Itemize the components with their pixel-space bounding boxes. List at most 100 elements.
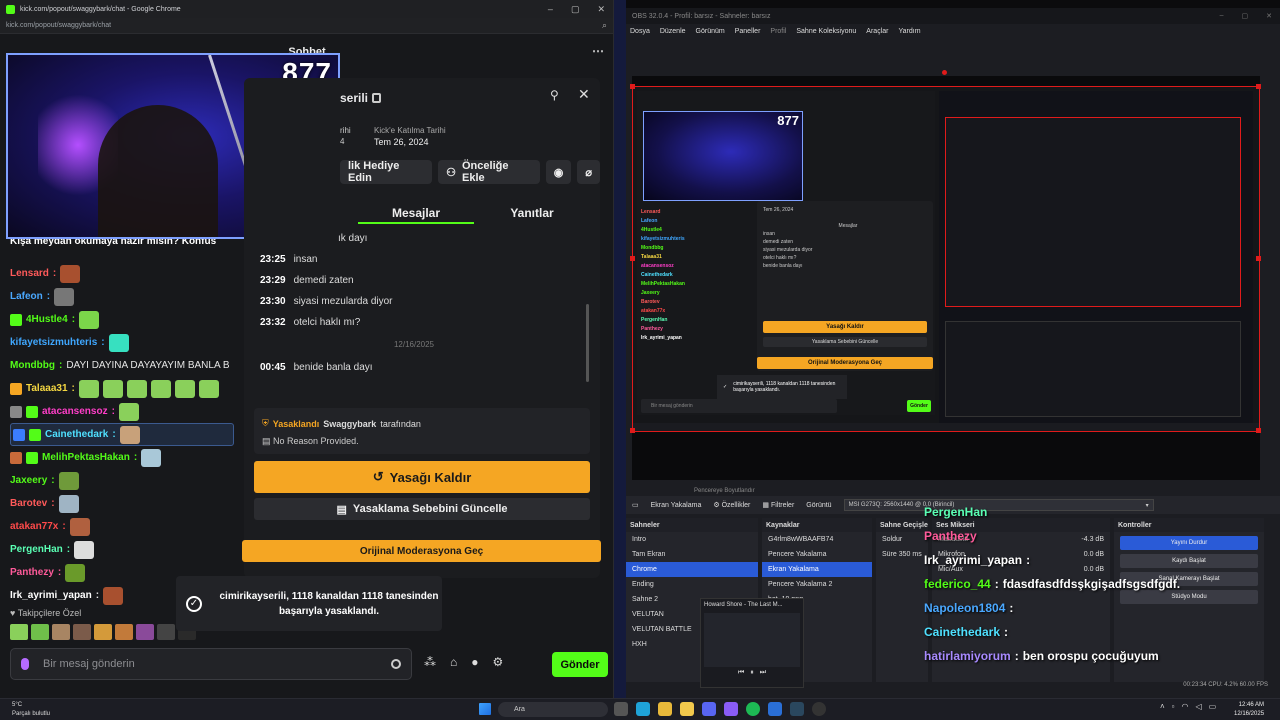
app-icon[interactable] — [724, 702, 738, 716]
source-item[interactable]: G4rlm8wWBAAFB74 — [762, 532, 872, 547]
resize-handle[interactable] — [630, 428, 635, 433]
send-button[interactable]: Gönder — [552, 652, 608, 677]
app-icon[interactable] — [768, 702, 782, 716]
file-explorer-icon[interactable] — [680, 702, 694, 716]
discord-icon[interactable] — [702, 702, 716, 716]
edge-icon[interactable] — [636, 702, 650, 716]
eye-button[interactable]: ◉ — [545, 160, 572, 184]
source-bounding-box[interactable]: 877 Lensard Lafeon 4Hustle4 kifayetsizmu… — [632, 86, 1260, 432]
chat-message[interactable]: Lafeon: — [10, 285, 234, 308]
pause-icon[interactable]: ⏸ — [750, 669, 754, 677]
gift-icon[interactable]: ⁂ — [424, 655, 436, 669]
chat-message[interactable]: kifayetsizmuhteris: — [10, 331, 234, 354]
menu-edit[interactable]: Düzenle — [660, 28, 686, 35]
scrollbar[interactable] — [586, 304, 589, 382]
close-icon[interactable]: ✕ — [1266, 12, 1272, 20]
emoji-icon[interactable] — [391, 659, 401, 669]
minimize-icon[interactable]: – — [548, 4, 553, 15]
emote-icon[interactable] — [157, 624, 175, 640]
menu-scene-collection[interactable]: Sahne Koleksiyonu — [796, 28, 856, 35]
microphone-icon[interactable] — [21, 658, 29, 670]
resize-handle[interactable] — [630, 84, 635, 89]
tab-messages[interactable]: Mesajlar — [358, 202, 474, 224]
menu-docks[interactable]: Paneller — [735, 28, 761, 35]
resize-handle[interactable] — [1256, 84, 1261, 89]
pin-icon[interactable]: ⚲ — [550, 88, 559, 102]
chat-message[interactable]: MelihPektasHakan: — [10, 446, 234, 469]
tray-app-icon[interactable]: ▫ — [1172, 702, 1175, 711]
chat-message[interactable]: Jaxeery: — [10, 469, 234, 492]
source-item[interactable]: Pencere Yakalama — [762, 547, 872, 562]
copy-icon[interactable] — [372, 93, 381, 103]
chevron-up-icon[interactable]: ˄ — [1160, 702, 1165, 711]
chat-message[interactable]: PergenHan: — [10, 538, 234, 561]
pinned-message[interactable]: Kışa meydan okumaya hazır mısın? Konfus — [10, 236, 234, 256]
close-icon[interactable]: ✕ — [597, 4, 605, 15]
obs-icon[interactable] — [812, 702, 826, 716]
properties-button[interactable]: ⚙ Özellikler — [713, 501, 750, 509]
chat-bubble-icon[interactable]: ● — [471, 655, 478, 669]
obs-preview[interactable]: 877 Lensard Lafeon 4Hustle4 kifayetsizmu… — [630, 70, 1261, 480]
mute-button[interactable]: ⌀ — [577, 160, 600, 184]
unban-button[interactable]: ↺ Yasağı Kaldır — [254, 461, 590, 493]
gift-sub-button[interactable]: lik Hediye Edin — [340, 160, 433, 184]
address-bar[interactable]: kick.com/popout/swaggybark/chat ⌕ — [0, 18, 613, 34]
original-moderation-button[interactable]: Orijinal Moderasyona Geç — [242, 540, 601, 562]
emote-icon[interactable] — [73, 624, 91, 640]
tab-replies[interactable]: Yanıtlar — [474, 202, 590, 224]
taskbar-search[interactable]: Ara — [498, 702, 608, 717]
minimize-icon[interactable]: – — [1220, 12, 1224, 20]
chat-message[interactable]: 4Hustle4: — [10, 308, 234, 331]
source-item[interactable]: Pencere Yakalama 2 — [762, 577, 872, 592]
resize-handle[interactable] — [630, 256, 635, 261]
emote-icon[interactable] — [94, 624, 112, 640]
zoom-icon[interactable]: ⌕ — [602, 20, 607, 31]
scene-item-selected[interactable]: Chrome — [626, 562, 758, 577]
media-thumbnail-popup[interactable]: Howard Shore - The Last M... ⏮ ⏸ ⏭ — [700, 598, 804, 688]
chat-message[interactable]: Talaaa31: — [10, 377, 234, 400]
start-icon[interactable] — [479, 703, 491, 715]
emote-icon[interactable] — [136, 624, 154, 640]
scene-item[interactable]: Intro — [626, 532, 758, 547]
emote-icon[interactable] — [31, 624, 49, 640]
emote-icon[interactable] — [10, 624, 28, 640]
menu-file[interactable]: Dosya — [630, 28, 650, 35]
spotify-icon[interactable] — [746, 702, 760, 716]
update-ban-reason-button[interactable]: ▤ Yasaklama Sebebini Güncelle — [254, 498, 590, 520]
emote-icon[interactable] — [115, 624, 133, 640]
chat-message[interactable]: atacansensoz: — [10, 400, 234, 423]
chat-input[interactable]: Bir mesaj gönderin — [10, 648, 412, 680]
scene-item[interactable]: Tam Ekran — [626, 547, 758, 562]
resize-handle[interactable] — [1256, 256, 1261, 261]
resize-handle[interactable] — [1256, 428, 1261, 433]
scene-item[interactable]: Ending — [626, 577, 758, 592]
more-options-icon[interactable]: ⋯ — [592, 44, 604, 58]
menu-profile[interactable]: Profil — [770, 28, 786, 35]
chat-message[interactable]: Barotev: — [10, 492, 234, 515]
network-icon[interactable]: ◠ — [1182, 702, 1189, 711]
steam-icon[interactable] — [790, 702, 804, 716]
rotate-handle[interactable] — [942, 70, 947, 75]
transition-type[interactable]: Soldur — [876, 532, 928, 547]
chat-message[interactable]: atakan77x: — [10, 515, 234, 538]
close-icon[interactable]: ✕ — [578, 86, 590, 103]
next-icon[interactable]: ⏭ — [760, 669, 766, 677]
maximize-icon[interactable]: ▢ — [1242, 12, 1249, 20]
emote-icon[interactable] — [52, 624, 70, 640]
menu-help[interactable]: Yardım — [898, 28, 920, 35]
maximize-icon[interactable]: ▢ — [571, 4, 580, 15]
chat-message-highlighted[interactable]: Cainethedark: — [10, 423, 234, 446]
taskbar-clock[interactable]: 12:46 AM 12/16/2025 — [1234, 701, 1264, 719]
filters-button[interactable]: ▦ Filtreler — [762, 501, 794, 509]
battery-icon[interactable]: ▭ — [1209, 702, 1217, 711]
menu-tools[interactable]: Araçlar — [866, 28, 888, 35]
store-icon[interactable]: ⌂ — [450, 655, 457, 669]
volume-icon[interactable]: ◁ — [1196, 702, 1202, 711]
chat-message[interactable]: Lensard: — [10, 262, 234, 285]
transition-duration[interactable]: Süre 350 ms — [876, 547, 928, 562]
add-priority-button[interactable]: ⚇ Önceliğe Ekle — [438, 160, 540, 184]
menu-view[interactable]: Görünüm — [696, 28, 725, 35]
gear-icon[interactable]: ⚙ — [493, 655, 504, 669]
weather-widget[interactable]: 5°C Parçalı bulutlu — [12, 701, 50, 719]
previous-icon[interactable]: ⏮ — [738, 669, 744, 677]
